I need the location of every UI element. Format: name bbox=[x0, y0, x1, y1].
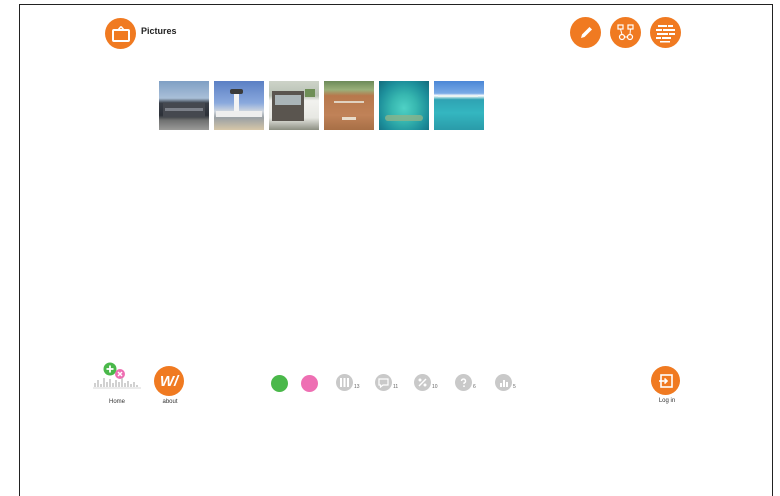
login-button[interactable]: Log in bbox=[651, 366, 683, 404]
chart-icon bbox=[495, 374, 512, 391]
stat-count: 13 bbox=[354, 384, 360, 390]
about-label: about bbox=[162, 399, 178, 405]
page-title: Pictures bbox=[141, 25, 177, 36]
columns-icon bbox=[336, 374, 353, 391]
stat-links[interactable]: 10 bbox=[414, 374, 438, 391]
thumb-bus-station[interactable] bbox=[269, 81, 319, 130]
wordcloud-button[interactable] bbox=[650, 17, 681, 48]
question-icon bbox=[455, 374, 472, 391]
about-button[interactable]: W/ about bbox=[154, 366, 186, 405]
page-header: Pictures bbox=[105, 18, 177, 49]
stat-count: 10 bbox=[432, 384, 438, 390]
home-icon bbox=[93, 362, 141, 389]
login-label: Log in bbox=[658, 398, 676, 404]
thumb-coral-reef[interactable] bbox=[379, 81, 429, 130]
about-icon: W/ bbox=[154, 366, 184, 396]
network-button[interactable] bbox=[610, 17, 641, 48]
stat-questions[interactable]: 6 bbox=[455, 374, 476, 391]
about-glyph: W/ bbox=[159, 372, 179, 390]
network-icon bbox=[616, 23, 634, 40]
page-frame bbox=[19, 4, 773, 496]
pink-status-dot[interactable] bbox=[301, 375, 318, 392]
header-actions bbox=[570, 17, 681, 48]
thumb-building[interactable] bbox=[159, 81, 209, 130]
edit-button[interactable] bbox=[570, 17, 601, 48]
green-status-dot[interactable] bbox=[271, 375, 288, 392]
stat-columns[interactable]: 13 bbox=[336, 374, 360, 391]
thumb-ocean-shore[interactable] bbox=[434, 81, 484, 130]
stat-count: 6 bbox=[473, 384, 476, 390]
picture-frame-icon[interactable] bbox=[105, 18, 136, 49]
home-button[interactable]: Home bbox=[93, 361, 141, 405]
thumb-airport-tower[interactable] bbox=[214, 81, 264, 130]
stat-count: 5 bbox=[513, 384, 516, 390]
speech-bubble-icon bbox=[375, 374, 392, 391]
pencil-icon bbox=[580, 26, 592, 38]
stat-comments[interactable]: 11 bbox=[375, 374, 398, 391]
login-icon bbox=[651, 366, 680, 395]
stat-reactions[interactable]: 5 bbox=[495, 374, 516, 391]
word-cloud-icon bbox=[655, 24, 675, 42]
stat-count: 11 bbox=[393, 384, 399, 390]
home-label: Home bbox=[108, 399, 125, 405]
link-icon bbox=[414, 374, 431, 391]
thumbnail-gallery bbox=[159, 81, 484, 130]
thumb-baseball-field[interactable] bbox=[324, 81, 374, 130]
